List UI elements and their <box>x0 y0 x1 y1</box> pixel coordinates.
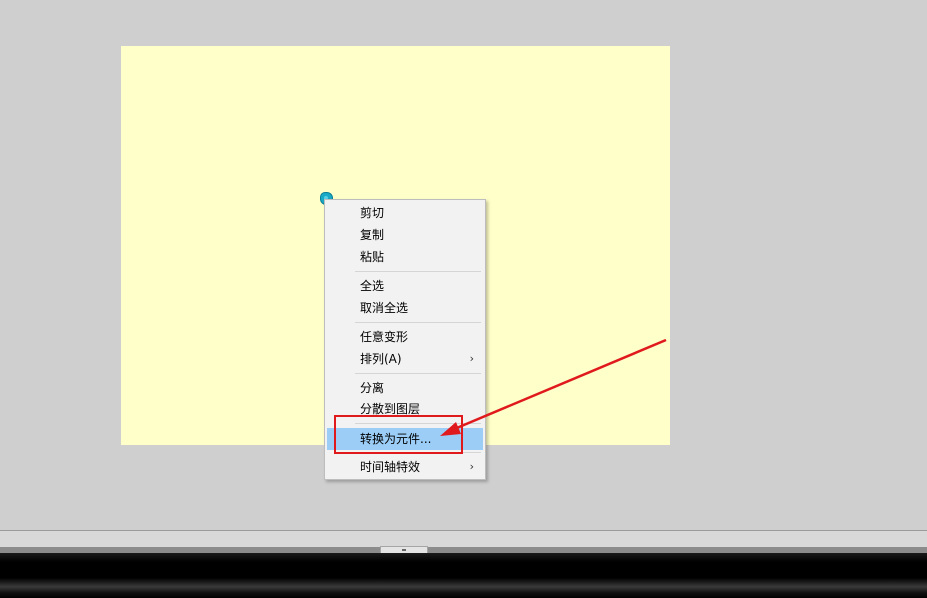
menu-item-label: 粘贴 <box>360 250 385 264</box>
annotation-highlight-box <box>334 415 463 454</box>
menu-item-label: 取消全选 <box>360 301 409 315</box>
menu-item-arrange[interactable]: 排列(A) › <box>327 348 483 370</box>
timeline-bar <box>0 553 927 598</box>
menu-item-label: 全选 <box>360 279 385 293</box>
menu-item-cut[interactable]: 剪切 <box>327 202 483 224</box>
menu-item-paste[interactable]: 粘贴 <box>327 246 483 268</box>
menu-item-copy[interactable]: 复制 <box>327 224 483 246</box>
menu-item-timeline-effects[interactable]: 时间轴特效 › <box>327 456 483 478</box>
chevron-right-icon: › <box>469 460 474 473</box>
chevron-right-icon: › <box>469 352 474 365</box>
menu-item-label: 任意变形 <box>360 330 409 344</box>
menu-item-label: 剪切 <box>360 206 385 220</box>
bottom-panel <box>0 530 927 598</box>
menu-item-label: 时间轴特效 <box>360 460 421 474</box>
panel-divider <box>0 530 927 531</box>
menu-item-break-apart[interactable]: 分离 <box>327 377 483 399</box>
menu-item-label: 复制 <box>360 228 385 242</box>
menu-separator <box>355 322 481 323</box>
grip-icon <box>402 549 406 551</box>
menu-item-label: 分离 <box>360 381 385 395</box>
menu-item-free-transform[interactable]: 任意变形 <box>327 326 483 348</box>
menu-separator <box>355 373 481 374</box>
menu-item-label: 分散到图层 <box>360 402 421 416</box>
menu-separator <box>355 271 481 272</box>
menu-item-label: 排列(A) <box>360 352 402 366</box>
menu-item-deselect-all[interactable]: 取消全选 <box>327 297 483 319</box>
menu-item-select-all[interactable]: 全选 <box>327 275 483 297</box>
